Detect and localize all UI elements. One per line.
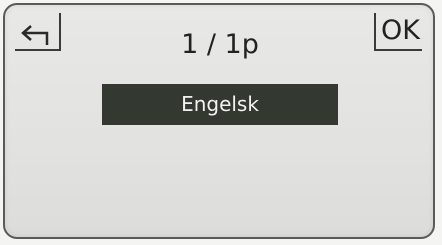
list-item-engelsk[interactable]: Engelsk [102,84,338,125]
language-list: Engelsk [102,84,338,125]
back-arrow-icon [21,25,49,45]
back-softkey[interactable] [15,13,61,51]
page-indicator: 1 / 1p [181,29,259,60]
ok-softkey[interactable]: OK [374,13,422,51]
display-screen: 1 / 1p OK Engelsk [3,3,435,239]
